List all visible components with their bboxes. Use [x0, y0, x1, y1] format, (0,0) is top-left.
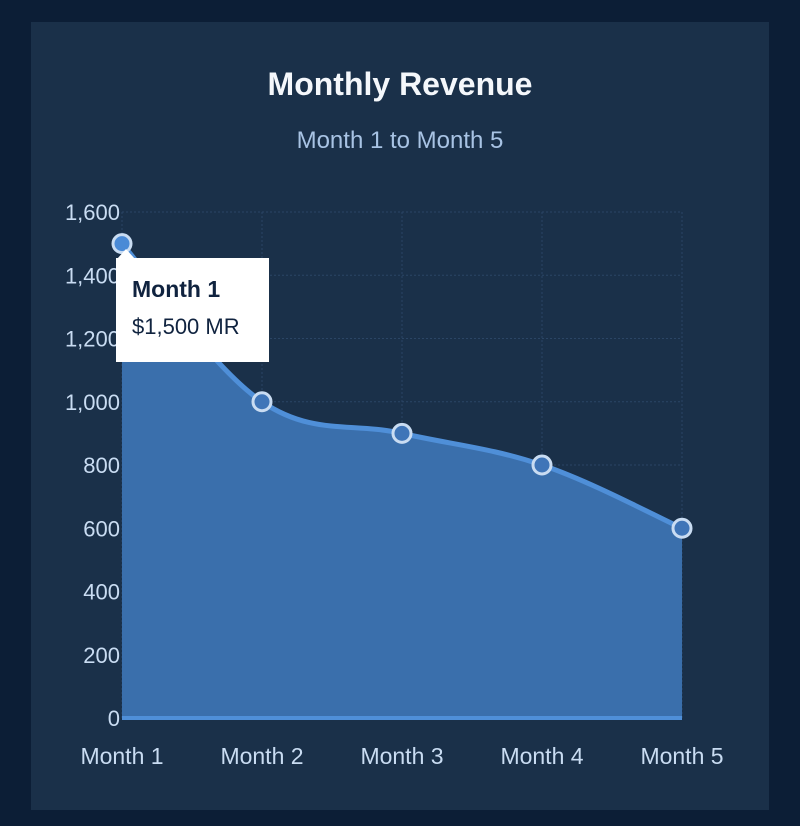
y-tick-label: 600 [83, 516, 120, 541]
x-tick-label: Month 2 [220, 743, 303, 769]
y-tick-label: 1,000 [65, 390, 120, 415]
data-point[interactable] [391, 422, 413, 444]
tooltip: Month 1 $1,500 MR [116, 258, 269, 362]
data-point[interactable] [531, 454, 553, 476]
y-tick-label: 1,600 [65, 200, 120, 225]
x-axis-ticks: Month 1 Month 2 Month 3 Month 4 Month 5 [80, 743, 723, 769]
x-tick-label: Month 4 [500, 743, 583, 769]
data-point[interactable] [671, 517, 693, 539]
data-point[interactable] [251, 391, 273, 413]
y-tick-label: 200 [83, 643, 120, 668]
y-tick-label: 0 [108, 706, 120, 731]
y-tick-label: 1,200 [65, 327, 120, 352]
y-tick-label: 400 [83, 580, 120, 605]
tooltip-value: $1,500 MR [132, 314, 240, 339]
area-chart: 0 200 400 600 800 1,000 1,200 1,400 1,600 Month … [65, 200, 724, 769]
y-tick-label: 800 [83, 453, 120, 478]
x-tick-label: Month 3 [360, 743, 443, 769]
x-tick-label: Month 1 [80, 743, 163, 769]
y-axis-ticks: 0 200 400 600 800 1,000 1,200 1,400 1,600 [65, 200, 120, 731]
x-tick-label: Month 5 [640, 743, 723, 769]
tooltip-title: Month 1 [132, 276, 221, 302]
y-tick-label: 1,400 [65, 263, 120, 288]
